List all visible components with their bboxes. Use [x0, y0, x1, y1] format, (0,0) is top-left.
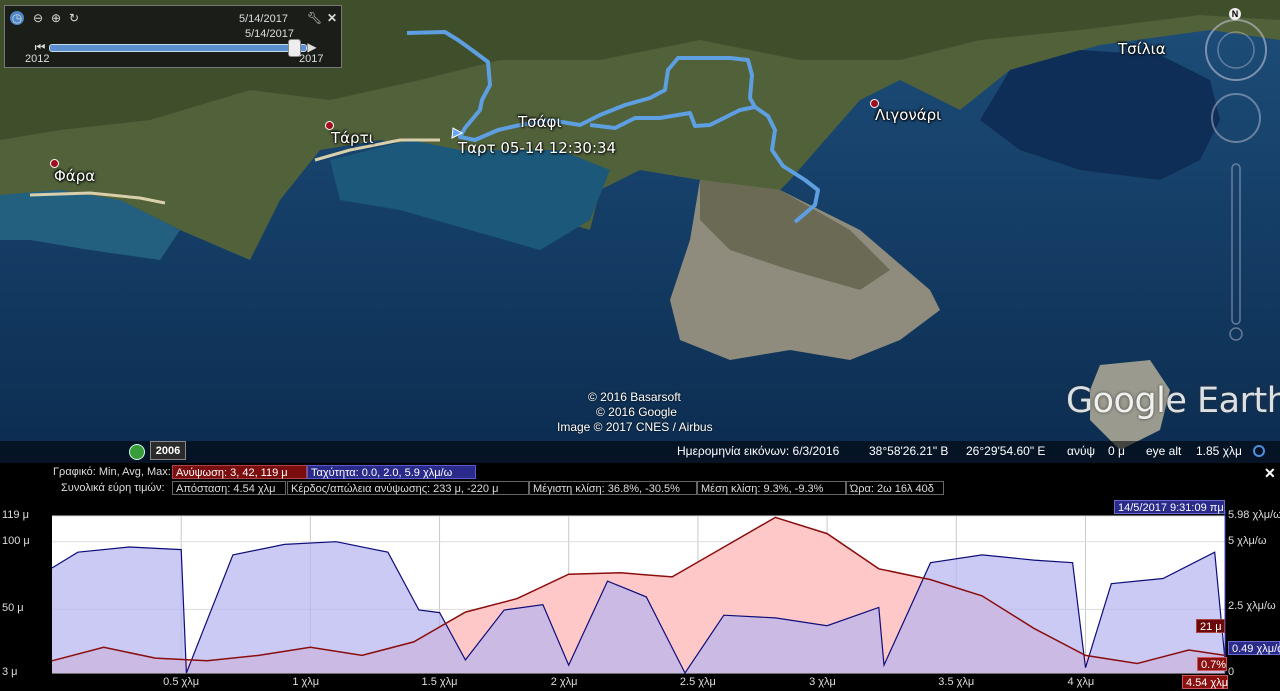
- y-left-tick-label: 50 μ: [2, 602, 24, 615]
- place-label-tarti[interactable]: Τάρτι: [331, 129, 374, 147]
- track-point-label: Ταρτ 05-14 12:30:34: [458, 139, 617, 157]
- credit-imagery: Image © 2017 CNES / Airbus: [557, 420, 713, 434]
- status-bar: Ημερομηνία εικόνων: 6/3/2016 38°58'26.21…: [0, 441, 1280, 463]
- y-right-tick-label: 2.5 χλμ/ω: [1228, 600, 1276, 613]
- eye-alt-label: eye alt: [1146, 444, 1182, 458]
- x-tick-label: 1 χλμ: [292, 676, 320, 688]
- x-tick-label: 2 χλμ: [550, 676, 578, 688]
- year-end: 2017: [299, 53, 324, 65]
- zoom-out-icon[interactable]: ⊖: [31, 11, 45, 25]
- y-left-tick-label: 119 μ: [2, 509, 29, 521]
- cursor-speed: 0.49 χλμ/ω: [1228, 641, 1280, 655]
- elevation-value: 0 μ: [1108, 444, 1125, 458]
- x-tick-label: 3.5 χλμ: [938, 676, 975, 688]
- loading-ring-icon: [1253, 445, 1265, 457]
- eye-alt-value: 1.85 χλμ: [1196, 444, 1242, 458]
- elevation-label: ανύψ: [1067, 444, 1096, 458]
- clock-icon[interactable]: ◷: [10, 11, 24, 25]
- x-tick-label: 4 χλμ: [1067, 676, 1095, 688]
- compass-north-icon[interactable]: N: [1229, 8, 1241, 20]
- step-back-icon[interactable]: ⏮: [33, 40, 47, 54]
- place-label-fara[interactable]: Φάρα: [54, 167, 95, 185]
- latitude: 38°58'26.21" Β: [869, 444, 949, 458]
- refresh-icon[interactable]: ↻: [67, 11, 81, 25]
- y-left-tick-label: 100 μ: [2, 534, 30, 547]
- google-earth-logo: Google Earth: [1066, 381, 1280, 421]
- step-forward-icon[interactable]: ▶: [305, 40, 319, 54]
- map-view[interactable]: Φάρα Τάρτι Τσάφι Λιγονάρι Τσίλια Ταρτ 05…: [0, 0, 1280, 463]
- x-tick-label: 3 χλμ: [809, 676, 836, 688]
- move-ring[interactable]: [1211, 93, 1261, 143]
- cursor-slope: 0.7%: [1197, 657, 1227, 671]
- place-label-ligonari[interactable]: Λιγονάρι: [875, 106, 941, 124]
- zoom-slider[interactable]: [1231, 163, 1241, 325]
- x-tick-label: 1.5 χλμ: [421, 676, 458, 688]
- y-right-tick-label: 0: [1228, 666, 1235, 678]
- cursor-elevation: 21 μ: [1196, 619, 1225, 633]
- current-date: 5/14/2017: [239, 13, 288, 25]
- longitude: 26°29'54.60" Ε: [966, 444, 1046, 458]
- place-label-tsilia[interactable]: Τσίλια: [1118, 40, 1166, 58]
- look-ring-inner: [1217, 31, 1255, 69]
- slider-track[interactable]: [49, 44, 307, 52]
- zoom-in-icon[interactable]: ⊕: [49, 11, 63, 25]
- cursor-distance: 4.54 χλμ: [1182, 675, 1228, 689]
- y-left-tick-label: 3 μ: [2, 666, 18, 678]
- historical-imagery-slider[interactable]: ◷ ⊖ ⊕ ↻ 5/14/2017 🔧︎ ✕ 5/14/2017 ⏮ ▶ 201…: [4, 5, 342, 68]
- close-icon[interactable]: ✕: [325, 11, 339, 25]
- elevation-profile-panel[interactable]: Γραφικό: Min, Avg, Max: Ανύψωση: 3, 42, …: [0, 463, 1280, 691]
- credit-basarsoft: © 2016 Basarsoft: [588, 390, 681, 404]
- y-right-tick-label: 5 χλμ/ω: [1228, 534, 1267, 547]
- elevation-speed-chart[interactable]: [0, 463, 1280, 691]
- year-start: 2012: [25, 53, 50, 65]
- x-tick-label: 0.5 χλμ: [163, 676, 200, 688]
- historical-year[interactable]: 2006: [150, 441, 186, 460]
- zoom-handle[interactable]: [1229, 327, 1243, 341]
- y-right-tick-label: 5.98 χλμ/ω: [1228, 509, 1280, 521]
- navigation-controls[interactable]: [1196, 4, 1276, 354]
- look-ring[interactable]: [1205, 19, 1267, 81]
- wrench-icon[interactable]: 🔧︎: [307, 11, 322, 25]
- cursor-time: 14/5/2017 9:31:09 πμ: [1114, 500, 1225, 514]
- credit-google: © 2016 Google: [596, 405, 677, 419]
- place-label-tsafi[interactable]: Τσάφι: [518, 113, 562, 131]
- historical-clock-icon[interactable]: [129, 444, 145, 460]
- x-tick-label: 2.5 χλμ: [679, 676, 716, 688]
- imagery-date: Ημερομηνία εικόνων: 6/3/2016: [677, 444, 840, 458]
- thumb-date: 5/14/2017: [245, 28, 294, 40]
